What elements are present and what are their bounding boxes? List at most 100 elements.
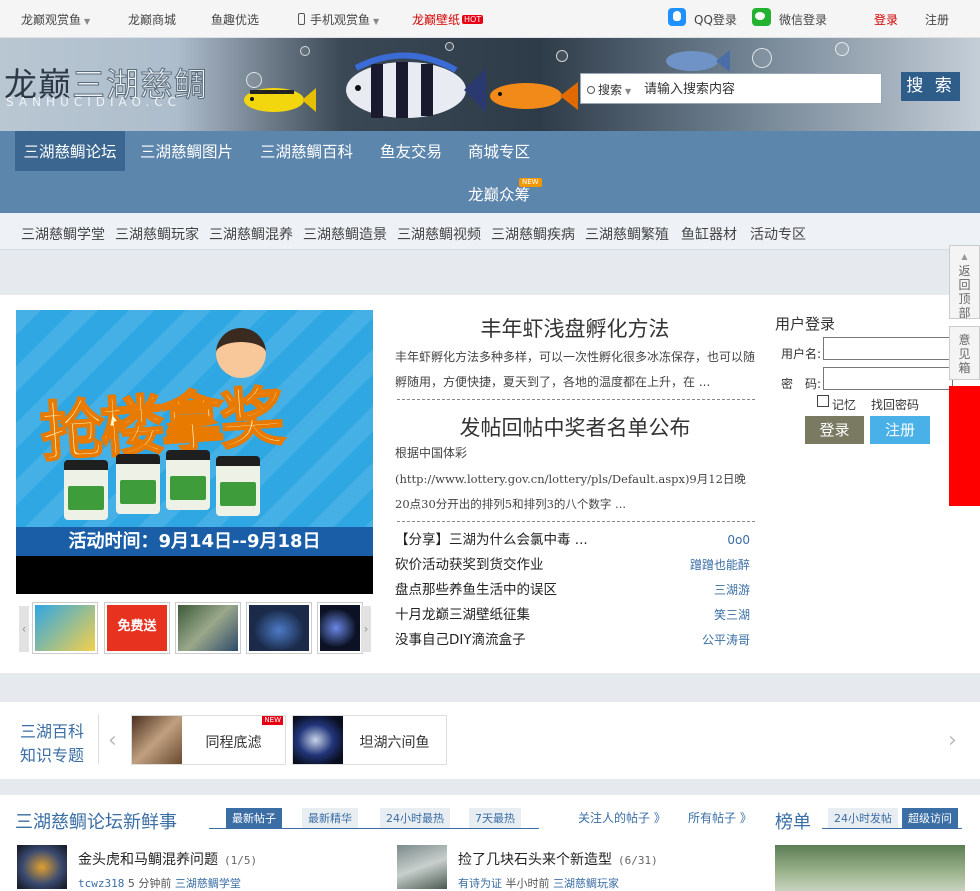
topbar-shop-link[interactable]: 龙巅商城 xyxy=(128,11,176,28)
forgot-password-link[interactable]: 找回密码 xyxy=(871,396,919,413)
register-link[interactable]: 注册 xyxy=(925,11,949,28)
news-summary: 根据中国体彩 xyxy=(395,446,468,460)
card-image xyxy=(293,716,343,764)
promo-slider[interactable]: 抢楼拿奖 活动时间：9月14日--9月18日 xyxy=(16,310,373,594)
slider-thumb[interactable] xyxy=(32,602,98,654)
orange-fish-image xyxy=(490,82,578,110)
thread-thumbnail[interactable] xyxy=(17,845,67,889)
thread-author[interactable]: 有诗为证 xyxy=(458,877,502,890)
nav-mall[interactable]: 商城专区 xyxy=(468,131,530,171)
topbar-mobile-link[interactable]: 手机观赏鱼 ▼ xyxy=(298,11,379,28)
password-input[interactable] xyxy=(823,367,953,390)
news-summary: (http://www.lottery.gov.cn/lottery/pls/D… xyxy=(395,472,746,511)
rank-title: 榜单 xyxy=(775,812,811,833)
qq-login-link[interactable]: QQ登录 xyxy=(694,11,737,28)
slider-thumb[interactable]: 免费送 xyxy=(104,602,170,654)
topbar-yuqu-link[interactable]: 鱼趣优选 xyxy=(211,11,259,28)
chevron-left-icon[interactable]: ‹ xyxy=(108,728,117,753)
thread-thumbnail[interactable] xyxy=(397,845,447,889)
side-red-banner[interactable] xyxy=(949,386,980,506)
search-type-select[interactable]: 搜索 ▼ xyxy=(587,81,631,98)
subnav-school[interactable]: 三湖慈鲷学堂 xyxy=(21,224,105,244)
forum-news-section: 三湖慈鲷论坛新鲜事 最新帖子 最新精华 24小时最热 7天最热 关注人的帖子 》… xyxy=(0,795,980,891)
news-headline[interactable]: 发帖回帖中奖者名单公布 xyxy=(395,412,755,442)
topic-title[interactable]: 知识专题 xyxy=(20,742,84,766)
thumb-prev-arrow[interactable]: ‹ xyxy=(19,606,29,652)
chevron-down-icon: ▼ xyxy=(373,17,380,26)
blue-fish-image xyxy=(666,50,730,72)
thread-meta: 有诗为证 半小时前 三湖慈鲷玩家 xyxy=(458,877,619,890)
thumb-next-arrow[interactable]: › xyxy=(361,606,371,652)
subnav-scaping[interactable]: 三湖慈鲷造景 xyxy=(303,224,387,244)
login-button[interactable]: 登录 xyxy=(805,416,864,444)
topbar-guanshang-link[interactable]: 龙巅观赏鱼 ▼ xyxy=(21,11,90,28)
knowledge-card[interactable]: 同程底滤 NEW xyxy=(131,715,286,765)
main-nav: 三湖慈鲷论坛 三湖慈鲷图片 三湖慈鲷百科 鱼友交易 商城专区 龙巅众筹 xyxy=(0,131,980,213)
thread-forum[interactable]: 三湖慈鲷学堂 xyxy=(175,877,241,890)
nav-trade[interactable]: 鱼友交易 xyxy=(380,131,442,171)
tab-24h-hot[interactable]: 24小时最热 xyxy=(380,808,450,829)
post-row[interactable]: 十月龙巅三湖壁纸征集 笑三湖 xyxy=(395,603,750,628)
subnav-disease[interactable]: 三湖慈鲷疾病 xyxy=(491,224,575,244)
subnav-players[interactable]: 三湖慈鲷玩家 xyxy=(115,224,199,244)
login-title: 用户登录 xyxy=(775,315,836,333)
remember-label: 记忆 xyxy=(832,398,857,412)
username-label: 用户名: xyxy=(781,347,822,361)
bubble-decoration xyxy=(556,50,568,62)
username-input[interactable] xyxy=(823,337,953,360)
search-input[interactable] xyxy=(644,78,874,100)
product-jar-image xyxy=(116,454,160,514)
remember-checkbox[interactable] xyxy=(817,395,829,407)
new-badge: NEW xyxy=(262,716,283,725)
nav-forum[interactable]: 三湖慈鲷论坛 xyxy=(15,131,125,171)
post-row[interactable]: 【分享】三湖为什么会氯中毒 ... 0o0 xyxy=(395,528,750,553)
post-row[interactable]: 盘点那些养鱼生活中的误区 三湖游 xyxy=(395,578,750,603)
thread-title[interactable]: 捡了几块石头来个新造型 (6/31) xyxy=(458,849,658,869)
wiki-title[interactable]: 三湖百科 xyxy=(20,718,84,742)
register-button[interactable]: 注册 xyxy=(870,416,930,444)
knowledge-card[interactable]: 坦湖六间鱼 xyxy=(292,715,447,765)
feedback-button[interactable]: 意见箱 xyxy=(949,326,980,380)
nav-images[interactable]: 三湖慈鲷图片 xyxy=(140,131,233,171)
product-jar-image xyxy=(64,460,108,520)
thread-author[interactable]: tcwz318 xyxy=(78,877,124,890)
followed-posts-link[interactable]: 关注人的帖子 》 xyxy=(578,809,666,826)
chevron-down-icon: ▼ xyxy=(84,17,91,26)
subnav-video[interactable]: 三湖慈鲷视频 xyxy=(397,224,481,244)
thread-title[interactable]: 金头虎和马鲷混养问题 (1/5) xyxy=(78,849,257,869)
tab-7day-hot[interactable]: 7天最热 xyxy=(469,808,521,829)
section-title: 三湖慈鲷论坛新鲜事 xyxy=(15,812,177,833)
header-banner: 龙巅三湖慈鲷 SANHUCIDIAO.CC 搜索▼ 搜 索 xyxy=(0,38,980,131)
chevron-right-icon[interactable]: › xyxy=(948,728,957,753)
slider-thumb[interactable] xyxy=(317,602,363,654)
wechat-login-link[interactable]: 微信登录 xyxy=(779,11,827,28)
phone-icon xyxy=(298,13,305,25)
subnav-events[interactable]: 活动专区 xyxy=(750,224,806,244)
slider-caption: 活动时间：9月14日--9月18日 xyxy=(16,527,373,556)
post-row[interactable]: 砍价活动获奖到货交作业 蹭蹭也能醉 xyxy=(395,553,750,578)
topbar-wallpaper-link[interactable]: 龙巅壁纸 HOT xyxy=(412,11,484,28)
thread-meta: tcwz318 5 分钟前 三湖慈鲷学堂 xyxy=(78,877,241,890)
search-button[interactable]: 搜 索 xyxy=(901,72,960,101)
thread-forum[interactable]: 三湖慈鲷玩家 xyxy=(553,877,619,890)
post-row[interactable]: 没事自己DIY滴流盒子 公平涛哥 xyxy=(395,628,750,653)
wechat-icon[interactable] xyxy=(752,8,771,26)
rank-image[interactable] xyxy=(775,845,965,891)
subnav-breeding[interactable]: 三湖慈鲷繁殖 xyxy=(585,224,669,244)
tab-24h-posts[interactable]: 24小时发帖 xyxy=(828,808,898,829)
nav-wiki[interactable]: 三湖慈鲷百科 xyxy=(260,131,353,171)
qq-icon[interactable] xyxy=(668,8,686,26)
slider-thumb[interactable] xyxy=(175,602,241,654)
slider-thumb[interactable] xyxy=(246,602,312,654)
subnav-mixed[interactable]: 三湖慈鲷混养 xyxy=(209,224,293,244)
subnav-equipment[interactable]: 鱼缸器材 xyxy=(681,224,737,244)
tab-latest-posts[interactable]: 最新帖子 xyxy=(226,808,282,829)
card-image xyxy=(132,716,182,764)
login-link[interactable]: 登录 xyxy=(874,11,898,28)
news-headline[interactable]: 丰年虾浅盘孵化方法 xyxy=(395,313,755,343)
tab-latest-featured[interactable]: 最新精华 xyxy=(302,808,358,829)
all-posts-link[interactable]: 所有帖子 》 xyxy=(688,809,752,826)
back-to-top-button[interactable]: ▲ 返回顶部 xyxy=(949,245,980,320)
tab-super-visits[interactable]: 超级访问 xyxy=(902,808,958,829)
bubble-decoration xyxy=(300,46,310,56)
